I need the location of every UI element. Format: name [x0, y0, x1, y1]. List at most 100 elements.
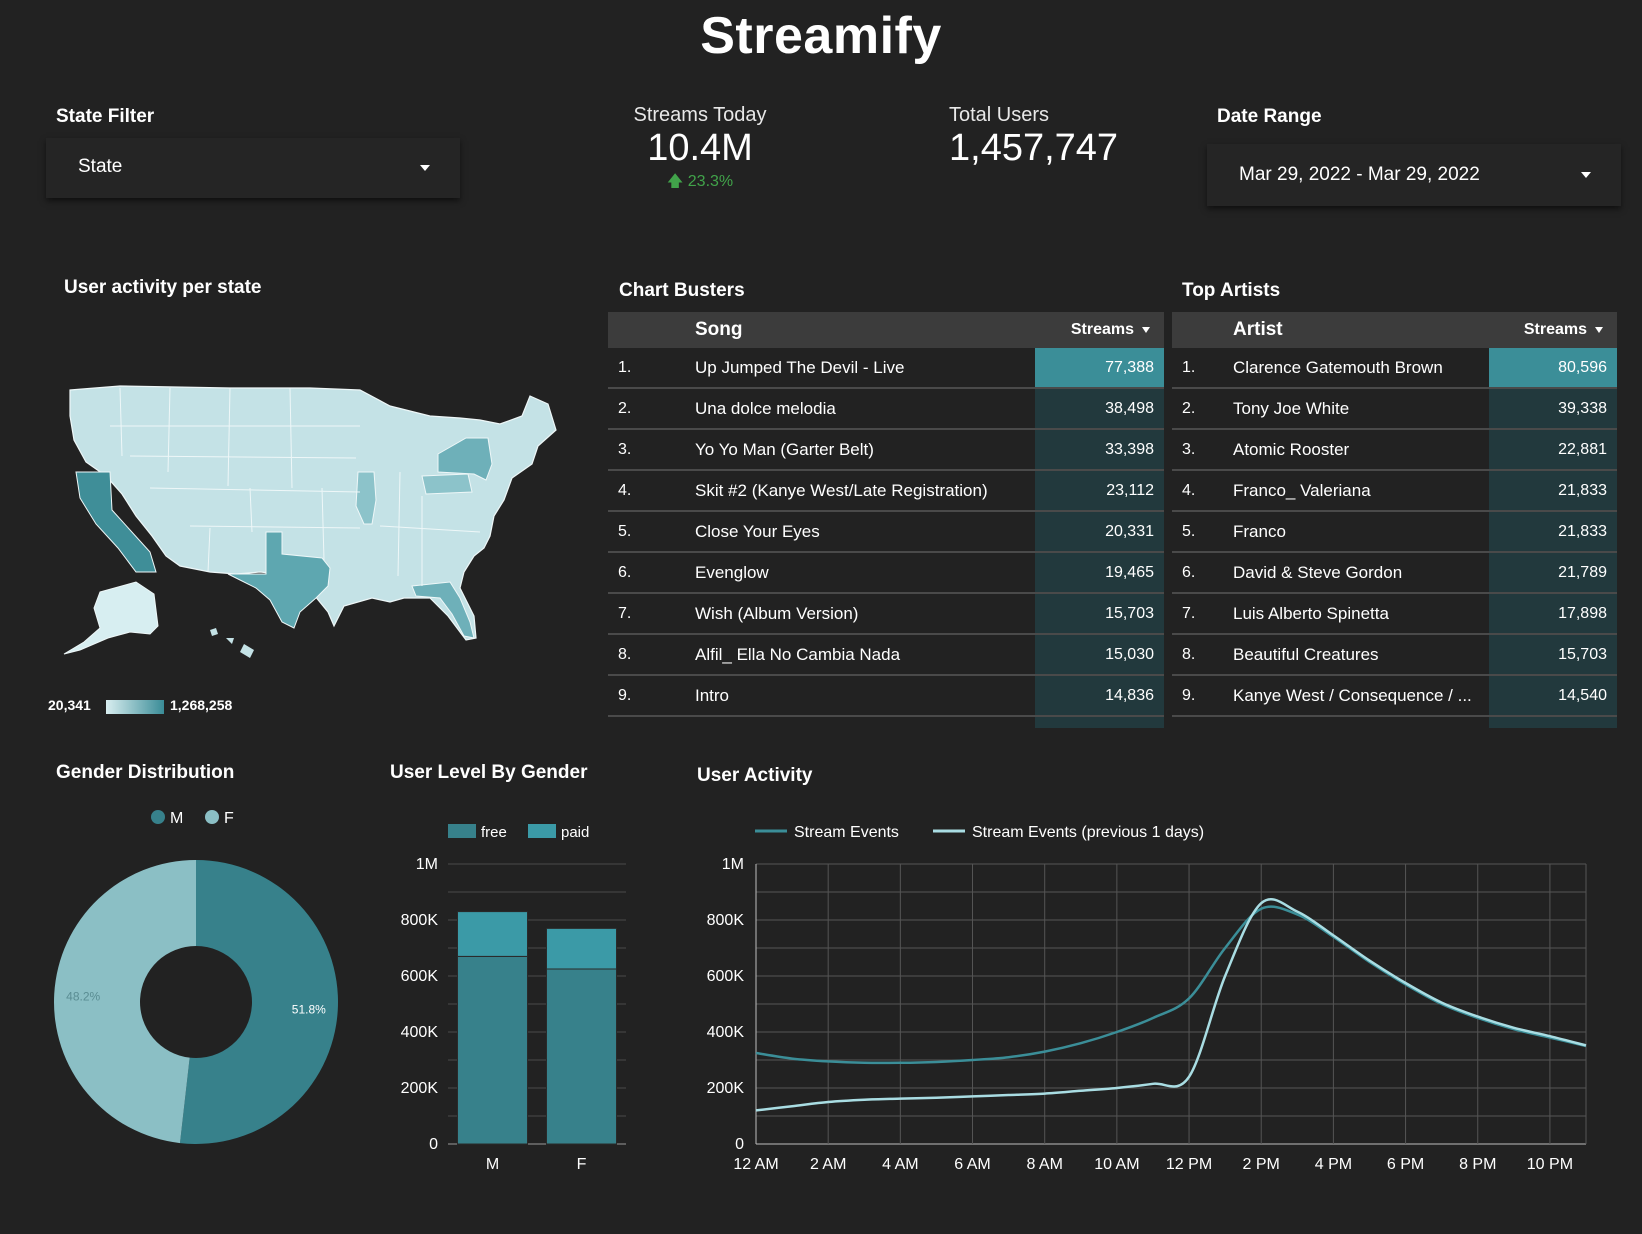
legend-swatch-free: [448, 824, 476, 838]
row-rank: 7.: [608, 593, 695, 635]
table-row[interactable]: 9. Kanye West / Consequence / ... 14,540: [1172, 675, 1617, 717]
table-row[interactable]: 10.Kanye West / Adam Levine14,540: [1172, 716, 1617, 728]
row-rank: 2.: [608, 388, 695, 430]
row-streams: 21,833: [1489, 470, 1617, 512]
row-name: Close Your Eyes: [695, 511, 1035, 553]
table-header-row: Artist Streams: [1172, 312, 1617, 348]
bar-paid-m[interactable]: [457, 911, 528, 957]
row-name: Beautiful Creatures: [1233, 634, 1489, 676]
kpi-streams-today-label: Streams Today: [633, 104, 767, 126]
x-tick-label: 4 PM: [1315, 1156, 1352, 1172]
row-streams: 21,833: [1489, 511, 1617, 553]
map-scale-max: 1,268,258: [170, 697, 233, 713]
user-activity-line-chart[interactable]: Stream Events Stream Events (previous 1 d…: [690, 812, 1610, 1172]
kpi-total-users: Total Users 1,457,747: [900, 104, 1140, 170]
table-row[interactable]: 3. Yo Yo Man (Garter Belt) 33,398: [608, 429, 1164, 471]
row-rank: 3.: [1172, 429, 1233, 471]
legend-label-paid: paid: [561, 824, 589, 841]
row-rank: 1.: [1172, 348, 1233, 389]
row-rank: 7.: [1172, 593, 1233, 635]
row-rank: 4.: [1172, 470, 1233, 512]
y-tick-label: 1M: [722, 856, 744, 873]
row-name: Atomic Rooster: [1233, 429, 1489, 471]
us-map[interactable]: [60, 376, 570, 676]
row-rank: 3.: [608, 429, 695, 471]
table-row[interactable]: 8. Alfil_ Ella No Cambia Nada 15,030: [608, 634, 1164, 676]
table-row[interactable]: 3. Atomic Rooster 22,881: [1172, 429, 1617, 471]
table-row[interactable]: 5. Franco 21,833: [1172, 511, 1617, 553]
map-title: User activity per state: [64, 277, 262, 298]
table-row[interactable]: 4. Franco_ Valeriana 21,833: [1172, 470, 1617, 512]
pie-data-label: 48.2%: [66, 990, 100, 1004]
row-name: Intro: [695, 675, 1035, 717]
chevron-down-icon[interactable]: [1581, 172, 1591, 178]
row-name: Una dolce melodia: [695, 388, 1035, 430]
table-row[interactable]: 5. Close Your Eyes 20,331: [608, 511, 1164, 553]
y-tick-label: 200K: [401, 1080, 439, 1097]
row-name: Skit #2 (Kanye West/Late Registration): [695, 470, 1035, 512]
user-level-bar-chart[interactable]: free paid 0 200K 400K 600K 800K 1M M F: [380, 812, 650, 1172]
sort-desc-icon[interactable]: [1595, 326, 1603, 333]
table-row[interactable]: 2. Tony Joe White 39,338: [1172, 388, 1617, 430]
legend-swatch-paid: [528, 824, 556, 838]
map-state-pennsylvania[interactable]: [421, 473, 473, 495]
table-row[interactable]: 8. Beautiful Creatures 15,703: [1172, 634, 1617, 676]
x-tick-label: 10 AM: [1094, 1156, 1139, 1172]
row-name: Up Jumped The Devil - Live: [695, 348, 1035, 389]
y-tick-label: 0: [735, 1136, 744, 1153]
chevron-down-icon[interactable]: [420, 165, 430, 171]
row-streams: 17,898: [1489, 593, 1617, 635]
date-range-label: Date Range: [1217, 106, 1322, 127]
table-row[interactable]: 9. Intro 14,836: [608, 675, 1164, 717]
bar-paid-f[interactable]: [546, 927, 617, 970]
y-tick-label: 800K: [707, 912, 745, 929]
kpi-total-users-label: Total Users: [949, 104, 1050, 126]
top-artists-table-container[interactable]: Artist Streams 1. Clarence Gatemouth Brow…: [1172, 312, 1617, 728]
row-rank: 10.: [1172, 716, 1233, 728]
row-name: Yo Yo Man (Garter Belt): [695, 429, 1035, 471]
chart-busters-table: Song Streams 1. Up Jumped The Devil - Liv…: [608, 312, 1164, 728]
arrow-up-icon: 🡅: [666, 173, 684, 190]
chart-busters-table-container[interactable]: Song Streams 1. Up Jumped The Devil - Liv…: [608, 312, 1164, 728]
row-streams: 15,703: [1489, 634, 1617, 676]
map-state-alaska[interactable]: [63, 581, 159, 655]
row-streams: 14,540: [1489, 675, 1617, 717]
state-filter-dropdown[interactable]: State: [46, 138, 460, 198]
gender-pie-chart[interactable]: M F51.8%48.2%: [40, 796, 360, 1156]
table-row[interactable]: 7. Luis Alberto Spinetta 17,898: [1172, 593, 1617, 635]
row-name: Alfil_ Ella No Cambia Nada: [695, 634, 1035, 676]
bar-free-f[interactable]: [546, 968, 617, 1145]
x-tick-label: M: [486, 1156, 499, 1172]
table-row[interactable]: 2. Una dolce melodia 38,498: [608, 388, 1164, 430]
x-tick-label: 10 PM: [1527, 1156, 1573, 1172]
y-tick-label: 800K: [401, 912, 439, 929]
table-row[interactable]: 4. Skit #2 (Kanye West/Late Registration)…: [608, 470, 1164, 512]
x-tick-label: 6 PM: [1387, 1156, 1424, 1172]
table-row[interactable]: 6. David & Steve Gordon 21,789: [1172, 552, 1617, 594]
table-row[interactable]: 1. Up Jumped The Devil - Live 77,388: [608, 348, 1164, 389]
map-scale-min: 20,341: [48, 697, 91, 713]
sort-desc-icon[interactable]: [1142, 326, 1150, 333]
streams-header-label: Streams: [1523, 321, 1587, 338]
legend-label-f: F: [224, 810, 234, 827]
date-range-dropdown[interactable]: Mar 29, 2022 - Mar 29, 2022: [1207, 144, 1621, 206]
row-name: Franco: [1233, 511, 1489, 553]
x-tick-label: 2 PM: [1243, 1156, 1280, 1172]
table-row[interactable]: 1. Clarence Gatemouth Brown 80,596: [1172, 348, 1617, 389]
kpi-total-users-value: 1,457,747: [949, 127, 1119, 169]
streams-header-sort[interactable]: Streams: [1035, 312, 1164, 348]
line-series-1[interactable]: [755, 905, 1587, 1065]
bar-free-m[interactable]: [457, 955, 528, 1145]
legend-label-series-1: Stream Events: [794, 824, 899, 841]
x-tick-label: 2 AM: [810, 1156, 846, 1172]
row-rank: 4.: [608, 470, 695, 512]
table-row[interactable]: 10.Ring The Alarm14,267: [608, 716, 1164, 728]
map-state-hawaii[interactable]: [210, 628, 254, 658]
row-streams: 80,596: [1489, 348, 1617, 389]
streams-header-sort[interactable]: Streams: [1489, 312, 1617, 348]
x-tick-label: 12 PM: [1166, 1156, 1212, 1172]
table-row[interactable]: 6. Evenglow 19,465: [608, 552, 1164, 594]
line-series-2[interactable]: [755, 897, 1587, 1112]
pie-legend: MF: [151, 810, 234, 827]
table-row[interactable]: 7. Wish (Album Version) 15,703: [608, 593, 1164, 635]
